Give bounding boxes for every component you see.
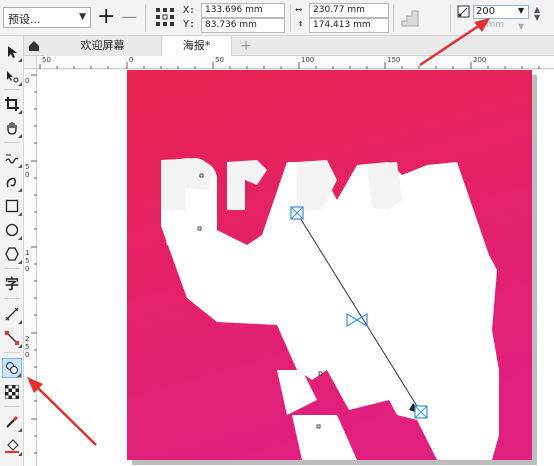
add-preset-button[interactable]: + <box>97 6 115 28</box>
ruler-label: 150 <box>387 56 401 64</box>
home-tab[interactable] <box>24 36 44 56</box>
eyedropper-tool-icon[interactable] <box>2 412 22 432</box>
ruler-label: 50 <box>215 56 224 64</box>
chevron-down-icon: ▼ <box>79 12 86 22</box>
coreldraw-window: 预设... ▼ + — X: Y: 133.696 mm 83.736 mm ⟷… <box>0 0 554 466</box>
separator <box>290 4 291 32</box>
width-icon: ⟷ <box>296 5 302 15</box>
ruler-label: 0 <box>25 265 30 273</box>
chevron-down-icon[interactable]: ▼ <box>518 22 524 31</box>
drawing-canvas[interactable] <box>37 70 554 466</box>
ellipse-tool-icon[interactable] <box>2 220 22 240</box>
ruler-label: 1 <box>25 249 30 257</box>
transparency-tool-icon[interactable] <box>2 382 22 402</box>
blend-path-overlay <box>290 206 428 419</box>
y-position-field[interactable]: 83.736 mm <box>201 18 285 33</box>
tab-welcome-screen[interactable]: 欢迎屏幕 <box>44 36 162 56</box>
property-bar: 预设... ▼ + — X: Y: 133.696 mm 83.736 mm ⟷… <box>0 0 554 36</box>
rectangle-tool-icon[interactable] <box>2 196 22 216</box>
height-field[interactable]: 174.413 mm <box>309 18 389 33</box>
text-tool-icon[interactable]: 字 <box>2 274 22 294</box>
ruler-label: 5 <box>25 257 30 265</box>
separator <box>4 298 20 299</box>
ruler-label: 0 <box>25 171 30 179</box>
ruler-label: 5 <box>25 343 30 351</box>
blend-tool-icon[interactable] <box>2 358 22 378</box>
remove-preset-button[interactable]: — <box>121 7 137 27</box>
ruler-label: 0 <box>129 56 134 64</box>
connector-tool-icon[interactable] <box>2 328 22 348</box>
horizontal-ruler[interactable]: 50 0 50 100 150 200 <box>37 56 554 69</box>
y-label: Y: <box>183 19 196 30</box>
separator <box>4 352 20 353</box>
blend-steps-icon[interactable] <box>400 8 420 28</box>
ruler-label: 0 <box>25 77 30 85</box>
separator <box>4 406 20 407</box>
width-field[interactable]: 230.77 mm <box>309 3 389 18</box>
separator <box>450 4 451 32</box>
spin-down-icon[interactable]: ▼ <box>534 13 540 22</box>
ruler-label: 2 <box>25 335 30 343</box>
vertical-ruler[interactable]: 0 5 0 1 5 0 2 5 0 <box>24 69 37 466</box>
chevron-down-icon[interactable]: ▼ <box>518 6 524 15</box>
separator <box>4 89 20 90</box>
toolbox: 字 <box>0 36 24 466</box>
pan-tool-icon[interactable] <box>2 118 22 138</box>
dimension-tool-icon[interactable] <box>2 304 22 324</box>
ruler-label: 0 <box>25 351 30 359</box>
separator <box>145 4 146 32</box>
x-position-field[interactable]: 133.696 mm <box>201 3 285 18</box>
object-origin-icon[interactable] <box>154 6 176 28</box>
height-icon: ↕ <box>298 19 304 29</box>
ruler-label: 100 <box>301 56 315 64</box>
shape-tool-icon[interactable] <box>2 66 22 86</box>
blend-steps-icon-small <box>457 5 470 18</box>
artistic-media-icon[interactable] <box>2 172 22 192</box>
separator <box>4 142 20 143</box>
preset-value: 预设... <box>8 13 41 26</box>
fill-tool-icon[interactable] <box>2 436 22 456</box>
freehand-tool-icon[interactable] <box>2 148 22 168</box>
pick-tool-icon[interactable] <box>2 42 22 62</box>
add-tab-button[interactable]: + <box>236 36 256 56</box>
crop-tool-icon[interactable] <box>2 94 22 114</box>
x-label: X: <box>183 5 196 16</box>
polygon-tool-icon[interactable] <box>2 244 22 264</box>
ruler-label: 5 <box>25 163 30 171</box>
ruler-label: 50 <box>42 56 51 64</box>
separator <box>393 4 394 32</box>
separator <box>4 268 20 269</box>
document-tabs: 欢迎屏幕 海报* + <box>24 36 554 426</box>
ruler-label: 200 <box>473 56 487 64</box>
ruler-origin[interactable] <box>24 56 37 69</box>
preset-dropdown[interactable]: 预设... ▼ <box>3 7 91 28</box>
